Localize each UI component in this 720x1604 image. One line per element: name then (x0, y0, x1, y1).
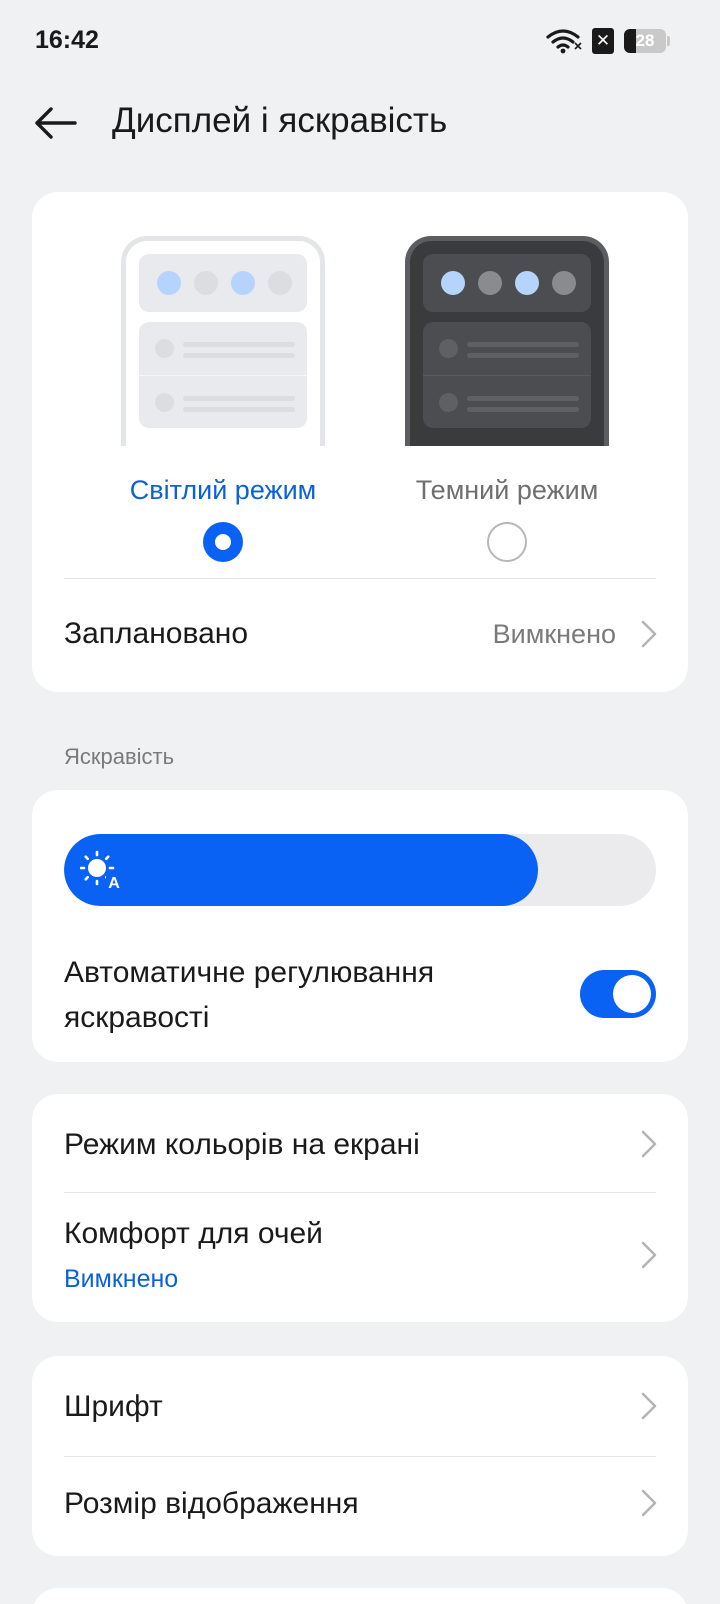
battery-level: 28 (635, 31, 655, 50)
svg-text:A: A (108, 875, 120, 890)
light-mode-radio[interactable] (203, 522, 243, 562)
auto-brightness-toggle[interactable] (580, 970, 656, 1018)
dark-mode-preview (405, 236, 609, 446)
light-mode-option[interactable]: Світлий режим (113, 236, 333, 562)
light-mode-preview (121, 236, 325, 446)
status-icons: ✕ 28 (546, 26, 670, 56)
battery-icon: 28 (624, 29, 666, 53)
header: Дисплей і яскравість (0, 84, 720, 192)
wifi-icon (546, 28, 582, 54)
chevron-right-icon (641, 1130, 657, 1158)
brightness-slider[interactable]: A (64, 834, 656, 906)
next-settings-card (32, 1588, 688, 1604)
brightness-card: A Автоматичне регулювання яскравості (32, 790, 688, 1062)
dark-mode-option[interactable]: Темний режим (397, 236, 617, 562)
chevron-right-icon (641, 620, 657, 648)
back-button[interactable] (30, 98, 80, 148)
brightness-slider-fill (64, 834, 538, 906)
scheduled-value: Вимкнено (492, 619, 616, 649)
dark-mode-radio[interactable] (487, 522, 527, 562)
battery-fill (624, 29, 636, 53)
page-title: Дисплей і яскравість (112, 101, 448, 140)
dark-mode-label: Темний режим (415, 475, 599, 505)
eye-comfort-row[interactable]: Комфорт для очей Вимкнено (32, 1193, 688, 1322)
font-label: Шрифт (64, 1390, 163, 1423)
text-settings-card: Шрифт Розмір відображення (32, 1356, 688, 1556)
no-sim-icon: ✕ (592, 28, 614, 54)
brightness-section-label: Яскравість (64, 744, 175, 769)
color-mode-row[interactable]: Режим кольорів на екрані (32, 1094, 688, 1192)
display-size-label: Розмір відображення (64, 1487, 359, 1520)
color-settings-card: Режим кольорів на екрані Комфорт для оче… (32, 1094, 688, 1322)
battery-tip (667, 36, 670, 46)
scheduled-label: Заплановано (64, 617, 249, 650)
eye-comfort-label: Комфорт для очей (64, 1217, 323, 1250)
status-time: 16:42 (35, 26, 99, 54)
back-arrow-icon (35, 107, 77, 139)
font-row[interactable]: Шрифт (32, 1356, 688, 1456)
eye-comfort-value: Вимкнено (64, 1265, 179, 1293)
chevron-right-icon (641, 1489, 657, 1517)
light-mode-label: Світлий режим (129, 475, 317, 505)
scheduled-row[interactable]: Заплановано Вимкнено (32, 579, 688, 692)
auto-brightness-icon: A (80, 850, 122, 890)
auto-brightness-label: Автоматичне регулювання яскравості (64, 956, 435, 1034)
chevron-right-icon (641, 1392, 657, 1420)
theme-card: Світлий режим Темний режим Заплановано В… (32, 192, 688, 692)
display-size-row[interactable]: Розмір відображення (32, 1457, 688, 1556)
chevron-right-icon (641, 1241, 657, 1269)
status-bar: 16:42 ✕ 28 (0, 0, 720, 84)
color-mode-label: Режим кольорів на екрані (64, 1128, 420, 1161)
